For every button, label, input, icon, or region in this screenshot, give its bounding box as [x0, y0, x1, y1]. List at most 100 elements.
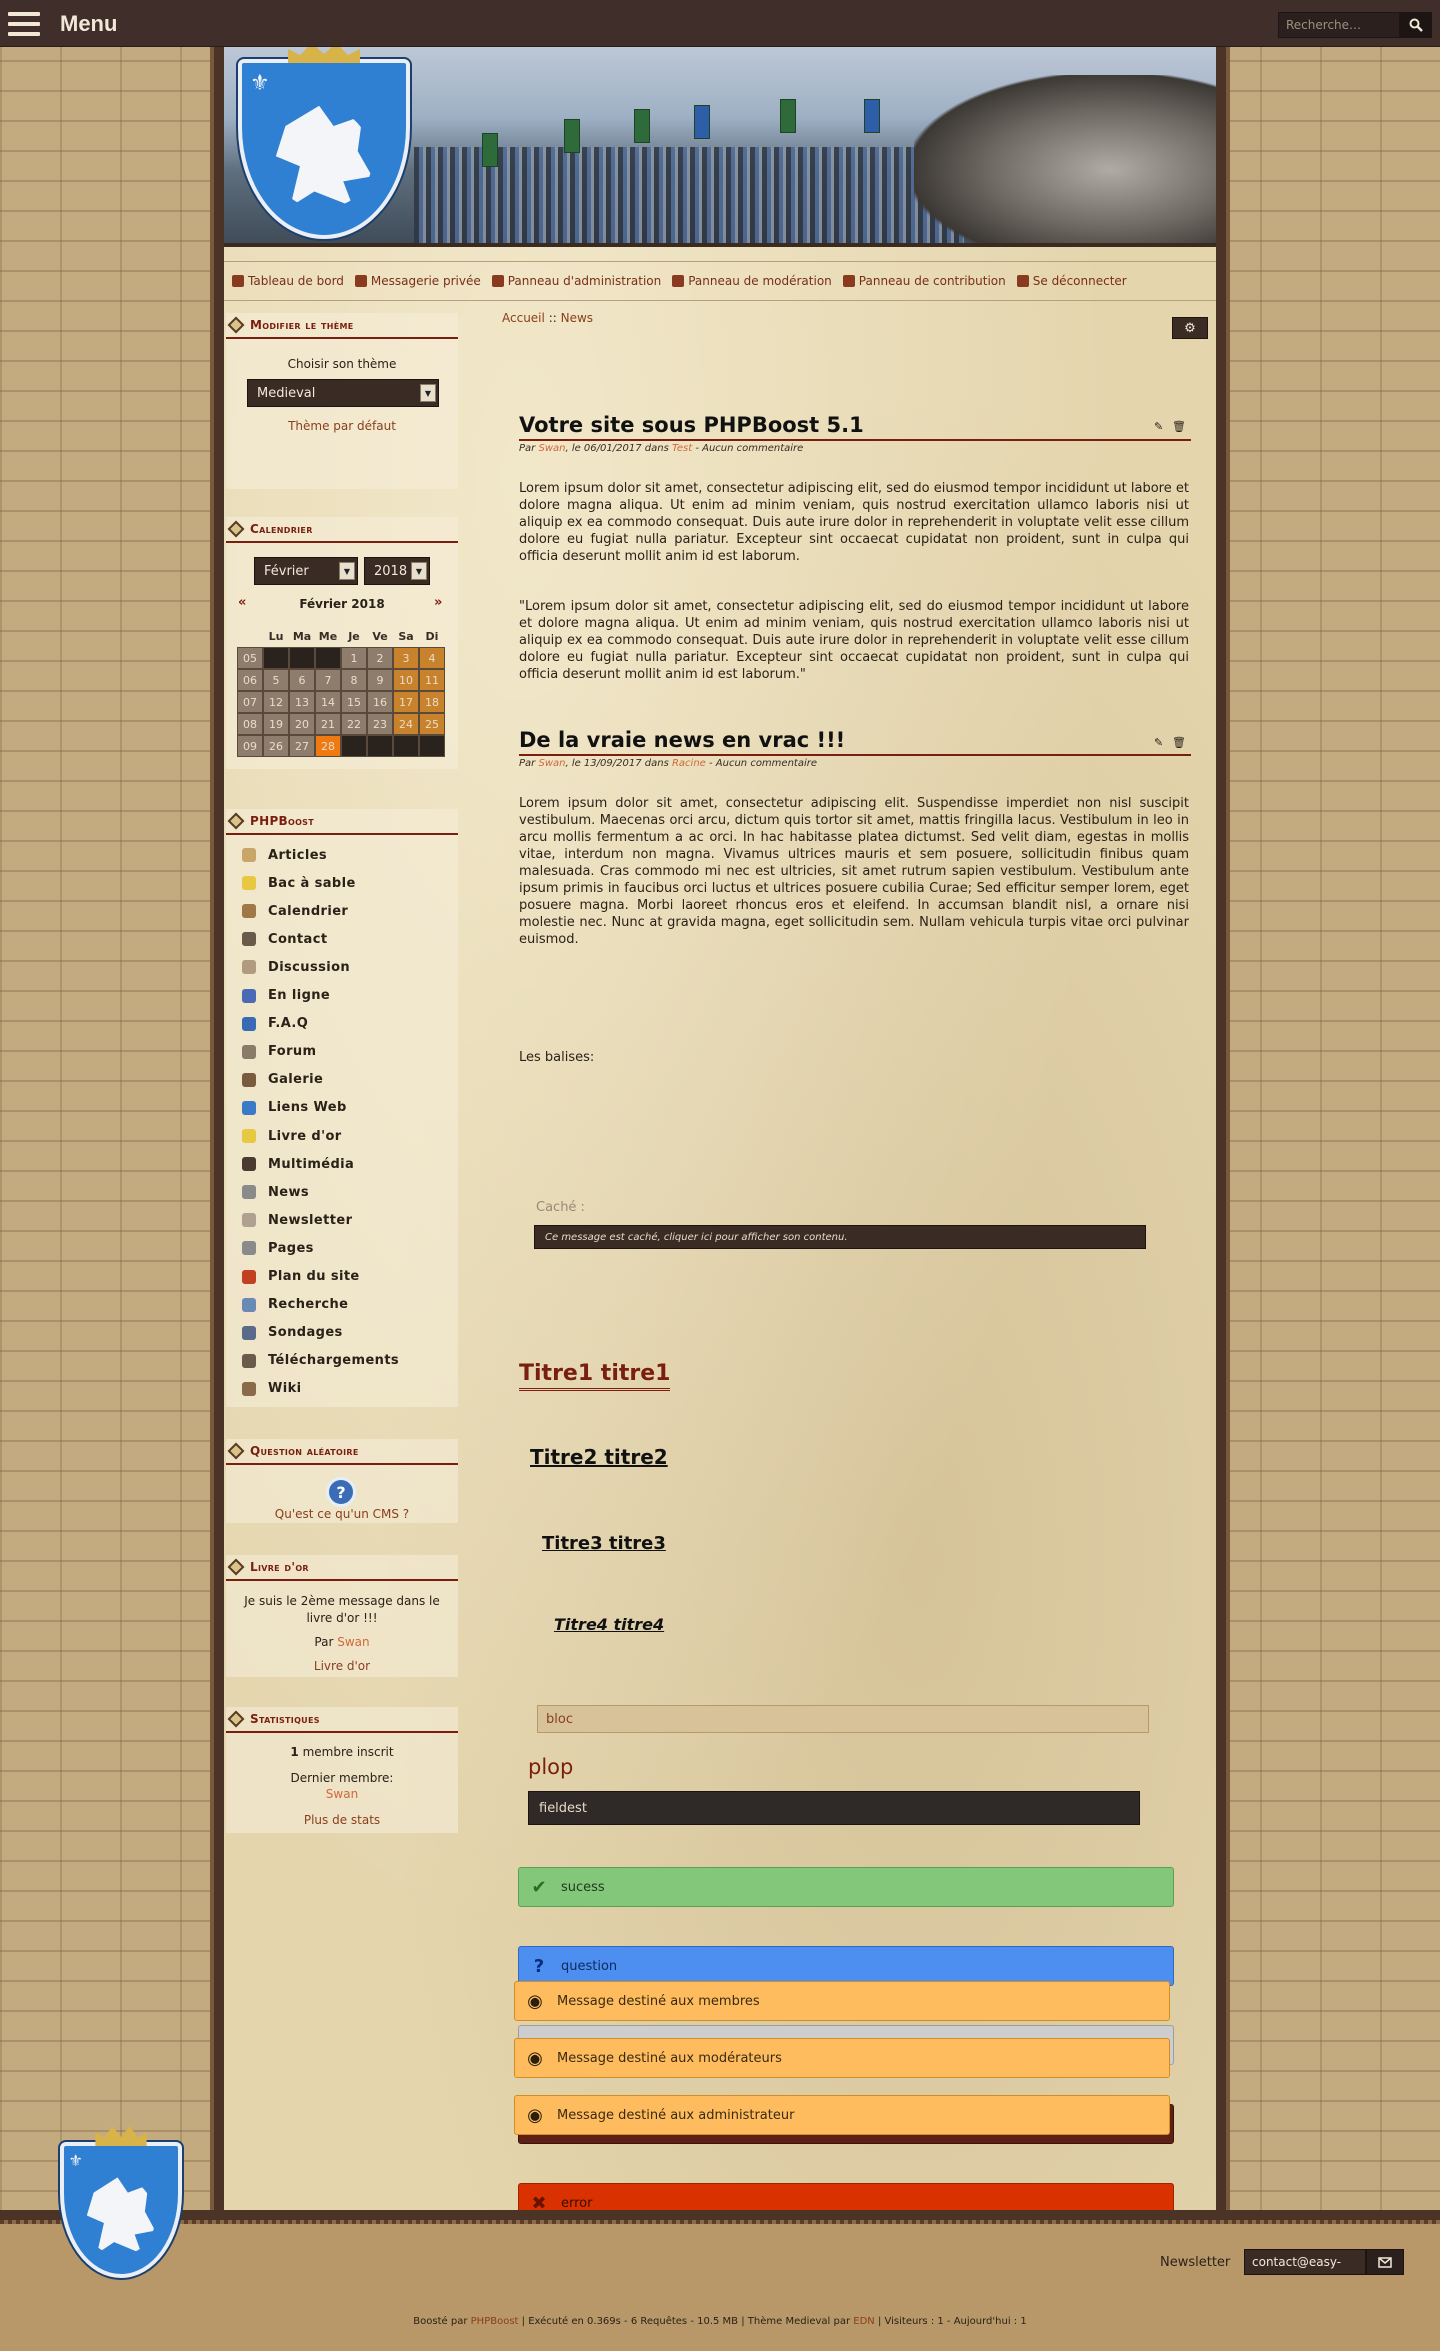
module-link-plan-du-site[interactable]: Plan du site [242, 1265, 360, 1289]
theme-select[interactable]: Medieval ▼ [247, 379, 439, 407]
more-stats-link[interactable]: Plus de stats [226, 1813, 458, 1827]
settings-button[interactable]: ⚙ [1172, 317, 1208, 339]
newsletter-email-input[interactable] [1244, 2249, 1366, 2275]
module-link-contact[interactable]: Contact [242, 927, 327, 951]
delete-icon[interactable]: 🗑 [1172, 737, 1186, 749]
guestbook-link[interactable]: Livre d'or [226, 1659, 458, 1673]
calendar-day[interactable]: 6 [289, 669, 315, 691]
module-link-wiki[interactable]: Wiki [242, 1377, 302, 1401]
calendar-day[interactable]: 26 [263, 735, 289, 757]
calendar-day[interactable]: 10 [393, 669, 419, 691]
calendar-day[interactable]: 24 [393, 713, 419, 735]
pencil-icon [242, 848, 256, 862]
module-link-news[interactable]: News [242, 1180, 309, 1204]
newsletter-label: Newsletter [1160, 2255, 1231, 2270]
calendar-day[interactable]: 27 [289, 735, 315, 757]
calendar-day[interactable]: 18 [419, 691, 445, 713]
nav-dashboard[interactable]: Tableau de bord [232, 274, 344, 288]
module-link-galerie[interactable]: Galerie [242, 1068, 323, 1092]
default-theme-link[interactable]: Thème par défaut [226, 419, 458, 433]
members-message: ◉ Message destiné aux membres [514, 1981, 1170, 2021]
author-link[interactable]: Swan [538, 758, 565, 769]
category-link[interactable]: Racine [672, 758, 706, 769]
calendar-day[interactable]: 28 [315, 735, 341, 757]
nav-moderation[interactable]: Panneau de modération [672, 274, 832, 288]
calendar-day[interactable]: 8 [341, 669, 367, 691]
breadcrumb-current[interactable]: News [561, 311, 593, 325]
bloc-box: bloc [537, 1705, 1149, 1733]
category-link[interactable]: Test [672, 443, 692, 454]
breadcrumb-home[interactable]: Accueil [502, 311, 545, 325]
module-link-f-a-q[interactable]: F.A.Q [242, 1012, 308, 1036]
delete-icon[interactable]: 🗑 [1172, 421, 1186, 433]
calendar-day[interactable]: 11 [419, 669, 445, 691]
calendar-day[interactable]: 17 [393, 691, 419, 713]
search-input[interactable] [1278, 12, 1400, 38]
hidden-content-box[interactable]: Ce message est caché, cliquer ici pour a… [534, 1225, 1146, 1249]
module-link-bac-sable[interactable]: Bac à sable [242, 871, 356, 895]
nav-logout[interactable]: Se déconnecter [1016, 274, 1127, 288]
calendar-empty-cell [393, 735, 419, 757]
calendar-day[interactable]: 15 [341, 691, 367, 713]
last-member-link[interactable]: Swan [226, 1787, 458, 1801]
calendar-day[interactable]: 23 [367, 713, 393, 735]
author-link[interactable]: Swan [538, 443, 565, 454]
module-link-t-l-chargements[interactable]: Téléchargements [242, 1349, 399, 1373]
calendar-day[interactable]: 12 [263, 691, 289, 713]
module-link-liens-web[interactable]: Liens Web [242, 1096, 347, 1120]
calendar-day[interactable]: 22 [341, 713, 367, 735]
banner-flag [564, 119, 580, 153]
calendar-day[interactable]: 3 [393, 647, 419, 669]
module-link-en-ligne[interactable]: En ligne [242, 984, 330, 1008]
module-link-forum[interactable]: Forum [242, 1040, 317, 1064]
calendar-day[interactable]: 5 [263, 669, 289, 691]
menu-button[interactable]: Menu [8, 8, 128, 40]
newsletter-submit-button[interactable] [1366, 2249, 1404, 2275]
fleur-de-lis-icon: ⚜ [68, 2150, 83, 2170]
guestbook-author-link[interactable]: Swan [337, 1635, 369, 1649]
article-title[interactable]: De la vraie news en vrac !!! [519, 728, 845, 752]
module-link-recherche[interactable]: Recherche [242, 1293, 348, 1317]
random-question-link[interactable]: Qu'est ce qu'un CMS ? [226, 1507, 458, 1521]
dashboard-icon [232, 275, 244, 287]
calendar-day[interactable]: 9 [367, 669, 393, 691]
search-button[interactable] [1400, 12, 1432, 38]
calendar-empty-cell [263, 647, 289, 669]
month-select[interactable]: Février ▼ [254, 557, 358, 585]
envelope-icon [1378, 2256, 1392, 2268]
module-link-multim-dia[interactable]: Multimédia [242, 1152, 354, 1176]
article-title[interactable]: Votre site sous PHPBoost 5.1 [519, 413, 864, 437]
module-link-articles[interactable]: Articles [242, 843, 327, 867]
nav-admin[interactable]: Panneau d'administration [491, 274, 661, 288]
calendar-day[interactable]: 4 [419, 647, 445, 669]
site-logo[interactable]: ⚜ [238, 47, 410, 239]
calendar-day[interactable]: 1 [341, 647, 367, 669]
edit-icon[interactable]: ✎ [1154, 421, 1166, 433]
module-label: Calendrier [268, 903, 349, 919]
calendar-day[interactable]: 20 [289, 713, 315, 735]
module-link-calendrier[interactable]: Calendrier [242, 899, 348, 923]
calendar-day[interactable]: 21 [315, 713, 341, 735]
module-link-livre-d-or[interactable]: Livre d'or [242, 1124, 342, 1148]
calendar-day[interactable]: 7 [315, 669, 341, 691]
question-icon: ? [533, 1955, 545, 1977]
article-meta: Par Swan, le 06/01/2017 dans Test - Aucu… [519, 443, 804, 454]
edn-link[interactable]: EDN [853, 2316, 875, 2327]
calendar-day[interactable]: 25 [419, 713, 445, 735]
module-link-newsletter[interactable]: Newsletter [242, 1208, 352, 1232]
calendar-day[interactable]: 14 [315, 691, 341, 713]
nav-messages[interactable]: Messagerie privée [354, 274, 481, 288]
module-link-sondages[interactable]: Sondages [242, 1321, 343, 1345]
year-select[interactable]: 2018 ▼ [364, 557, 430, 585]
calendar-day[interactable]: 16 [367, 691, 393, 713]
calendar-day[interactable]: 13 [289, 691, 315, 713]
calendar-day[interactable]: 19 [263, 713, 289, 735]
phpboost-link[interactable]: PHPBoost [471, 2316, 519, 2327]
nav-contribution[interactable]: Panneau de contribution [842, 274, 1006, 288]
module-link-pages[interactable]: Pages [242, 1236, 314, 1260]
module-link-discussion[interactable]: Discussion [242, 955, 350, 979]
footer-logo[interactable]: ⚜ [60, 2126, 182, 2278]
edit-icon[interactable]: ✎ [1154, 737, 1166, 749]
next-month-button[interactable]: » [434, 595, 442, 610]
calendar-day[interactable]: 2 [367, 647, 393, 669]
